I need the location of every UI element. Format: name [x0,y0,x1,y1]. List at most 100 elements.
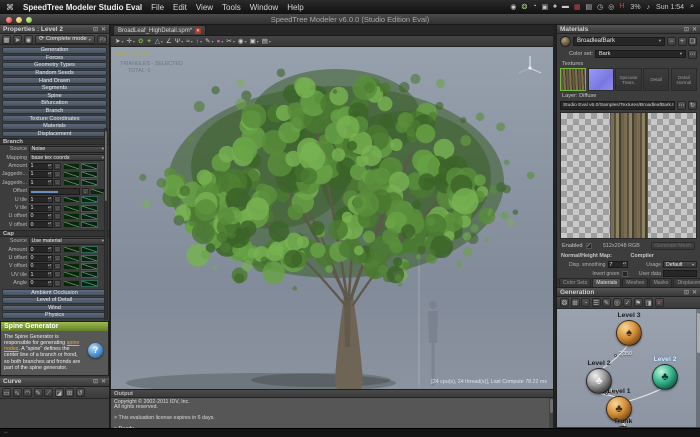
section-button-hand-drawn[interactable]: Hand Drawn [2,77,107,84]
add-material-button[interactable]: + [678,37,687,46]
curve-grid-icon[interactable]: ⊞ [65,388,74,397]
cap-value-input[interactable]: 0▴▾ [29,280,53,287]
dock-panel-icon[interactable]: ⊡ [684,26,689,33]
color-set-dropdown[interactable]: Bark ▾ [595,50,686,58]
section-button-generation[interactable]: Generation [2,47,107,54]
dock-panel-icon[interactable]: ⊡ [93,378,98,385]
curve-draw-icon[interactable]: ✎ [34,388,43,397]
branch-curve-thumb[interactable] [63,205,80,212]
cap-variance-thumb[interactable] [81,246,98,253]
spinner-icon[interactable]: ▴▾ [48,272,52,277]
cap-curve-thumb[interactable] [63,255,80,262]
gen-timer-icon[interactable]: ◔ [581,298,590,307]
properties-panel-header[interactable]: Properties : Level 2 ⊡ ✕ [0,25,109,34]
section-button-materials[interactable]: Materials [2,123,107,130]
branch-variance-thumb[interactable] [81,163,98,170]
spinner-icon[interactable]: ▴▾ [48,180,52,185]
cap-curve-thumb[interactable] [63,271,80,278]
branch-value-input[interactable]: 1▴▾ [29,205,53,212]
curve-slope-icon[interactable]: ⟋ [44,388,53,397]
cap-variance-thumb[interactable] [81,280,98,287]
gen-list-icon[interactable]: ☰ [592,298,601,307]
close-panel-icon[interactable]: ✕ [101,26,106,33]
menu-clock[interactable]: Sun 1:54 [656,4,684,11]
branch-section-header[interactable]: Branch [0,138,109,145]
gen-target-icon[interactable]: ◎ [613,298,622,307]
select-arrow-icon[interactable]: ➤▾ [114,37,124,46]
gizmo-icon[interactable]: △▾ [154,37,164,46]
close-panel-icon[interactable]: ✕ [101,378,106,385]
curve-canvas[interactable] [0,399,109,428]
spinner-icon[interactable]: ▴▾ [48,206,52,211]
gen-lamp-icon[interactable]: ◨ [644,298,653,307]
leaf-icon[interactable]: ✿ [137,37,144,46]
branch-curve-thumb[interactable] [63,221,80,228]
tab-masks[interactable]: Masks [649,278,672,287]
branch-dropdown[interactable]: base tex coords▾ [29,154,108,161]
properties-scrollbar[interactable] [104,128,108,320]
browse-button[interactable]: ⋯ [677,101,686,110]
volume-icon[interactable]: ♪ [647,4,651,11]
branch-curve-button[interactable]: ↔ [54,196,61,203]
invert-green-checkbox[interactable] [622,271,628,277]
spinner-icon[interactable]: ▴▾ [48,281,52,286]
generation-panel-header[interactable]: Generation ⊡ ✕ [557,288,700,297]
branch-curve-thumb[interactable] [63,196,80,203]
branch-curve-button[interactable]: ↔ [82,188,89,195]
dock-grip-icon[interactable]: ▪▪ [4,430,8,436]
texture-slot-specular-trans-[interactable]: Specular Trans. [615,68,641,91]
pin-icon[interactable]: ●▾ [215,37,224,46]
texture-slot-diffuse[interactable] [560,68,586,91]
airport-icon[interactable]: ▬ [562,3,569,11]
section-button-forces[interactable]: Forces [2,55,107,62]
apple-menu-icon[interactable]: ⌘ [6,3,14,12]
tab-color-sets[interactable]: Color Sets [559,278,591,287]
cap-curve-thumb[interactable] [63,263,80,270]
keyboard-icon[interactable]: ▦ [574,3,581,11]
branch-variance-thumb[interactable] [81,221,98,228]
color-set-more-button[interactable]: ⋯ [688,50,697,59]
screenshot-icon[interactable]: ▣▾ [249,37,260,46]
wind-icon[interactable]: ≈▾ [185,37,194,46]
branch-variance-thumb[interactable] [81,171,98,178]
app-menu-title[interactable]: SpeedTree Modeler Studio Eval [23,3,142,12]
branch-curve-thumb[interactable] [63,171,80,178]
duplicate-material-button[interactable]: ❏ [688,37,697,46]
curve-spline-icon[interactable]: ∿ [13,388,22,397]
reload-texture-button[interactable]: ↻ [688,101,697,110]
spotlight-icon[interactable]: ⌕ [690,3,694,11]
close-panel-icon[interactable]: ✕ [692,26,697,33]
pick-mode-icon[interactable]: ➤ [13,35,22,44]
material-name-dropdown[interactable]: BroadleafBark ▾ [573,37,665,46]
generate-mesh-button[interactable]: Generate Mesh [651,242,695,250]
property-filter-input[interactable]: Property filter [97,35,107,44]
category-button-physics[interactable]: Physics [2,312,107,319]
curve-panel-header[interactable]: Curve ⊡ ✕ [0,378,109,387]
branch-variance-thumb[interactable] [81,205,98,212]
pencil-icon[interactable]: ✎▾ [204,37,214,46]
section-button-displacement[interactable]: Displacement [2,131,107,138]
branch-slider[interactable] [29,188,81,195]
cap-curve-button[interactable]: ↔ [54,271,61,278]
viewport-3d[interactable]: perspective TRIANGLES - SELECTED TOTAL: … [111,47,553,389]
branch-curve-thumb[interactable] [63,213,80,220]
camera-label[interactable]: perspective [116,50,149,57]
menu-item-view[interactable]: View [196,3,213,12]
spinner-icon[interactable]: ▴▾ [48,164,52,169]
branch-value-input[interactable]: 1▴▾ [29,163,53,170]
cap-curve-thumb[interactable] [63,280,80,287]
dock-panel-icon[interactable]: ⊡ [684,289,689,296]
cap-curve-thumb[interactable] [63,246,80,253]
star-icon[interactable]: ✦ [145,37,152,46]
cap-curve-button[interactable]: ↔ [54,246,61,253]
cap-variance-thumb[interactable] [81,263,98,270]
spinner-icon[interactable]: ▴▾ [48,214,52,219]
cap-value-input[interactable]: 0▴▾ [29,246,53,253]
enabled-checkbox[interactable]: ✓ [586,243,592,249]
branch-curve-button[interactable]: ↔ [54,171,61,178]
clock-icon[interactable]: ◷ [597,3,603,11]
gen-edit-icon[interactable]: ✎ [602,298,611,307]
output-scrollbar[interactable] [549,398,553,429]
cap-section-header[interactable]: Cap [0,230,109,237]
curve-reset-icon[interactable]: ↺ [76,388,85,397]
